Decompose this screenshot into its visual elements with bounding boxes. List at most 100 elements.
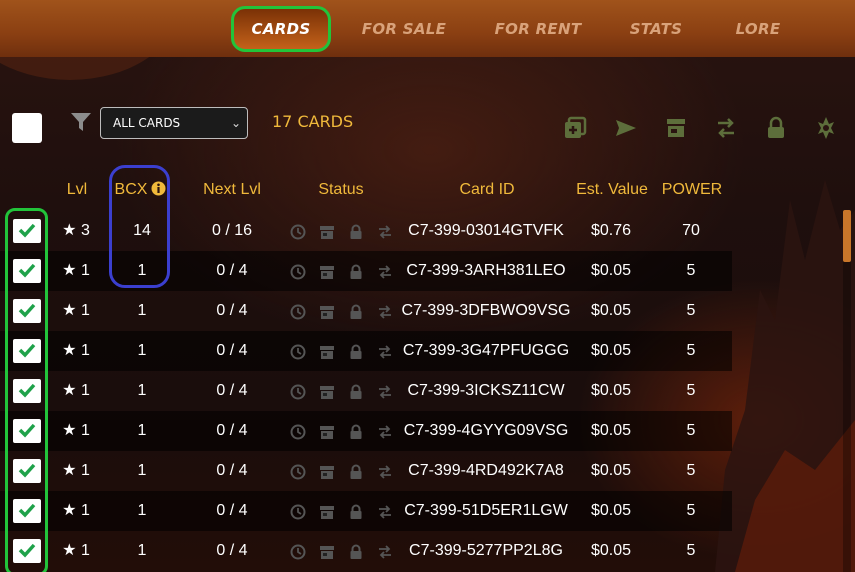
background-mountain [715,180,855,572]
row-card-id[interactable]: C7-399-4GYYG09VSG [398,411,574,451]
send-icon[interactable] [614,116,638,140]
row-power: 5 [686,382,696,399]
status-transfer-icon [379,345,391,359]
table-row[interactable]: ★ 1 1 0 / 4 C7-399-51D5ER1LGW $0.05 5 [0,491,732,531]
row-power: 5 [686,422,696,439]
row-lvl: ★ 1 [62,302,90,319]
status-lock-icon [350,544,362,559]
checkbox-column-highlight [5,208,48,572]
row-next-lvl: 0 / 4 [216,342,248,359]
row-lvl: ★ 1 [62,502,90,519]
status-transfer-icon [379,465,391,479]
header-power[interactable]: POWER [656,181,728,199]
row-card-id[interactable]: C7-399-3DFBWO9VSG [398,291,574,331]
lock-icon[interactable] [764,116,788,140]
status-transfer-icon [379,425,391,439]
status-market-icon [320,346,334,359]
top-nav: CARDS FOR SALE FOR RENT STATS LORE [0,0,855,57]
bcx-column-highlight [109,165,170,288]
status-clock-icon [290,504,306,520]
row-est-value: $0.05 [590,422,632,439]
card-filter-select[interactable]: ALL CARDS ⌄ [100,107,248,139]
row-power: 5 [686,262,696,279]
card-filter-value: ALL CARDS [113,116,181,130]
row-power: 70 [682,222,700,239]
row-next-lvl: 0 / 4 [216,422,248,439]
row-bcx: 1 [137,422,147,439]
header-status[interactable]: Status [305,181,377,199]
table-row[interactable]: ★ 1 1 0 / 4 C7-399-3DFBWO9VSG $0.05 5 [0,291,732,331]
status-market-icon [320,386,334,399]
status-clock-icon [290,344,306,360]
row-lvl: ★ 1 [62,422,90,439]
select-all-checkbox[interactable] [12,113,42,143]
status-clock-icon [290,544,306,560]
status-transfer-icon [379,225,391,239]
status-lock-icon [350,384,362,399]
table-row[interactable]: ★ 1 1 0 / 4 C7-399-3ICKSZ11CW $0.05 5 [0,371,732,411]
status-clock-icon [290,424,306,440]
row-est-value: $0.05 [590,382,632,399]
table-row[interactable]: ★ 1 1 0 / 4 C7-399-3G47PFUGGG $0.05 5 [0,331,732,371]
status-market-icon [320,226,334,239]
row-next-lvl: 0 / 4 [216,302,248,319]
status-market-icon [320,466,334,479]
header-est-value[interactable]: Est. Value [570,181,654,199]
status-clock-icon [290,304,306,320]
status-market-icon [320,266,334,279]
header-lvl[interactable]: Lvl [55,181,99,199]
row-est-value: $0.05 [590,342,632,359]
row-est-value: $0.05 [590,462,632,479]
row-est-value: $0.76 [590,222,632,239]
row-card-id[interactable]: C7-399-51D5ER1LGW [398,491,574,531]
row-bcx: 1 [137,302,147,319]
row-card-id[interactable]: C7-399-3ICKSZ11CW [398,371,574,411]
tab-lore[interactable]: LORE [725,6,791,52]
row-bcx: 1 [137,502,147,519]
row-est-value: $0.05 [590,262,632,279]
status-lock-icon [350,264,362,279]
combine-icon[interactable] [563,116,587,140]
status-market-icon [320,426,334,439]
row-card-id[interactable]: C7-399-3G47PFUGGG [398,331,574,371]
status-transfer-icon [379,505,391,519]
burn-icon[interactable] [814,116,838,140]
row-card-id[interactable]: C7-399-5277PP2L8G [398,531,574,571]
table-row[interactable]: ★ 1 1 0 / 4 C7-399-4RD492K7A8 $0.05 5 [0,451,732,491]
tab-cards[interactable]: CARDS [231,6,331,52]
row-bcx: 1 [137,542,147,559]
status-clock-icon [290,264,306,280]
row-card-id[interactable]: C7-399-4RD492K7A8 [398,451,574,491]
row-lvl: ★ 1 [62,542,90,559]
scrollbar-thumb[interactable] [843,210,851,262]
market-icon[interactable] [664,116,688,140]
row-lvl: ★ 1 [62,462,90,479]
row-next-lvl: 0 / 4 [216,262,248,279]
row-power: 5 [686,542,696,559]
header-card-id[interactable]: Card ID [440,181,534,199]
tab-stats[interactable]: STATS [620,6,692,52]
card-count: 17 CARDS [272,112,354,131]
status-lock-icon [350,224,362,239]
status-transfer-icon [379,385,391,399]
row-next-lvl: 0 / 4 [216,382,248,399]
tab-for-rent[interactable]: FOR RENT [490,6,586,52]
header-next-lvl[interactable]: Next Lvl [190,181,274,199]
status-lock-icon [350,464,362,479]
status-market-icon [320,546,334,559]
row-power: 5 [686,462,696,479]
status-lock-icon [350,424,362,439]
row-card-id[interactable]: C7-399-3ARH381LEO [398,251,574,291]
row-bcx: 1 [137,342,147,359]
table-row[interactable]: ★ 1 1 0 / 4 C7-399-5277PP2L8G $0.05 5 [0,531,732,571]
chevron-down-icon: ⌄ [230,116,241,130]
row-next-lvl: 0 / 4 [216,542,248,559]
tab-for-sale[interactable]: FOR SALE [356,6,452,52]
transfer-icon[interactable] [714,116,738,140]
table-row[interactable]: ★ 1 1 0 / 4 C7-399-4GYYG09VSG $0.05 5 [0,411,732,451]
scrollbar-track[interactable] [843,210,851,572]
status-market-icon [320,506,334,519]
filter-icon[interactable] [70,111,92,133]
row-card-id[interactable]: C7-399-03014GTVFK [398,211,574,251]
status-lock-icon [350,344,362,359]
